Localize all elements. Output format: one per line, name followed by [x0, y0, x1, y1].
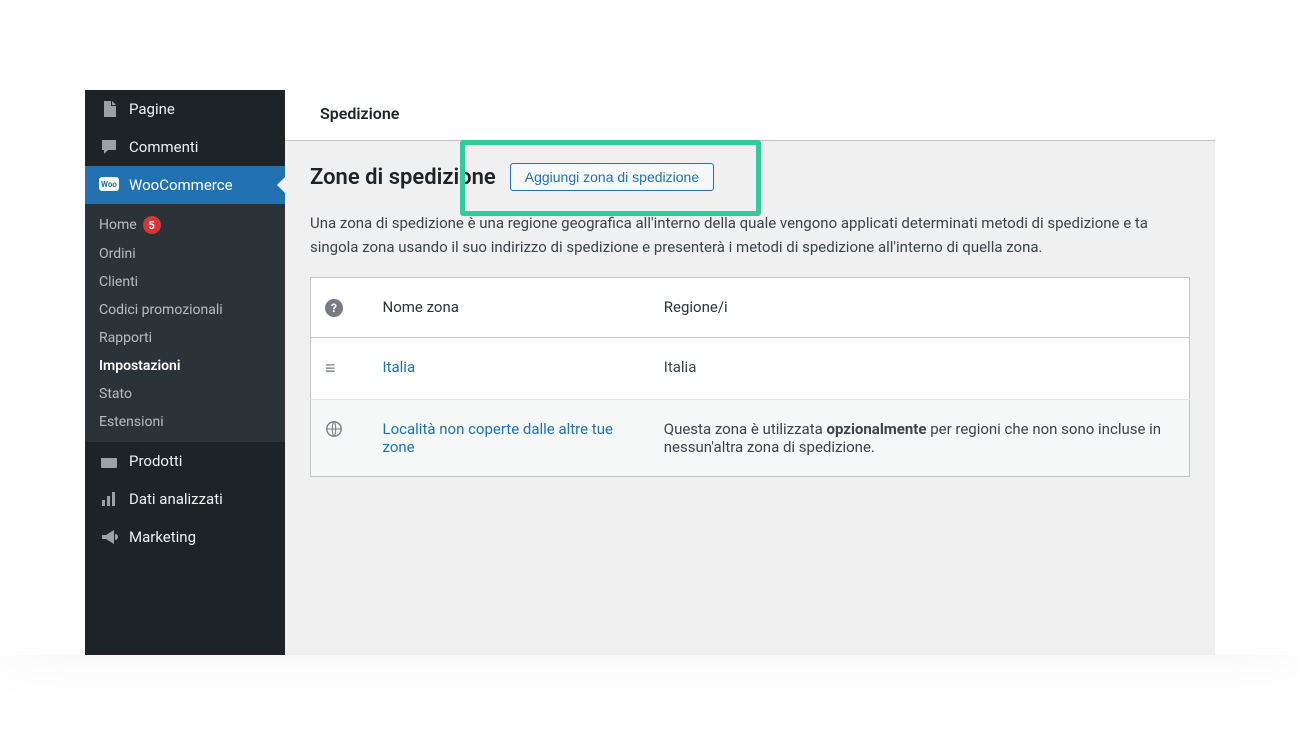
- woo-icon: Woo: [99, 175, 119, 195]
- submenu-label: Rapporti: [99, 330, 152, 346]
- submenu-extensions[interactable]: Estensioni: [85, 408, 285, 436]
- fallback-zone-description: Questa zona è utilizzata opzionalmente p…: [650, 400, 1190, 477]
- sidebar-item-label: Marketing: [129, 528, 196, 546]
- column-header-name: Nome zona: [369, 278, 650, 338]
- fallback-zone-link[interactable]: Località non coperte dalle altre tue zon…: [383, 420, 613, 456]
- submenu-label: Impostazioni: [99, 358, 181, 374]
- submenu-orders[interactable]: Ordini: [85, 240, 285, 268]
- sidebar-item-label: WooCommerce: [129, 176, 233, 194]
- sidebar-item-label: Prodotti: [129, 452, 182, 470]
- sidebar-item-analytics[interactable]: Dati analizzati: [85, 480, 285, 518]
- submenu-label: Clienti: [99, 274, 138, 290]
- submenu-reports[interactable]: Rapporti: [85, 324, 285, 352]
- woocommerce-submenu: Home 5 Ordini Clienti Codici promozional…: [85, 204, 285, 442]
- zone-row: ≡ Italia Italia: [311, 338, 1190, 400]
- sidebar-item-pages[interactable]: Pagine: [85, 90, 285, 128]
- main-content: Spedizione Zone di spedizione Aggiungi z…: [285, 90, 1215, 655]
- shipping-zones-table: ? Nome zona Regione/i ≡ Italia: [310, 277, 1190, 477]
- svg-text:Woo: Woo: [101, 180, 117, 189]
- column-header-region: Regione/i: [650, 278, 1190, 338]
- submenu-settings[interactable]: Impostazioni: [85, 352, 285, 380]
- globe-icon: [325, 422, 343, 443]
- submenu-home[interactable]: Home 5: [85, 210, 285, 240]
- sidebar-item-label: Pagine: [129, 100, 175, 118]
- products-icon: [99, 451, 119, 471]
- comment-icon: [99, 137, 119, 157]
- submenu-status[interactable]: Stato: [85, 380, 285, 408]
- drag-handle-icon[interactable]: ≡: [325, 358, 336, 379]
- sidebar-item-comments[interactable]: Commenti: [85, 128, 285, 166]
- sidebar-item-marketing[interactable]: Marketing: [85, 518, 285, 556]
- section-description: Una zona di spedizione è una regione geo…: [310, 211, 1190, 259]
- zone-region: Italia: [650, 338, 1190, 400]
- settings-tabbar: Spedizione: [285, 90, 1215, 141]
- sidebar-item-products[interactable]: Prodotti: [85, 442, 285, 480]
- submenu-label: Estensioni: [99, 414, 164, 430]
- section-title: Zone di spedizione: [310, 165, 496, 190]
- marketing-icon: [99, 527, 119, 547]
- sidebar-item-woocommerce[interactable]: Woo WooCommerce: [85, 166, 285, 204]
- submenu-coupons[interactable]: Codici promozionali: [85, 296, 285, 324]
- zone-name-link[interactable]: Italia: [383, 358, 416, 376]
- submenu-label: Home: [99, 217, 137, 233]
- tab-shipping[interactable]: Spedizione: [310, 90, 409, 140]
- submenu-customers[interactable]: Clienti: [85, 268, 285, 296]
- admin-sidebar: Pagine Commenti Woo WooCommerce Home 5 O…: [85, 90, 285, 655]
- add-shipping-zone-button[interactable]: Aggiungi zona di spedizione: [510, 163, 714, 191]
- fallback-zone-row: Località non coperte dalle altre tue zon…: [311, 400, 1190, 477]
- sidebar-item-label: Commenti: [129, 138, 198, 156]
- help-icon[interactable]: ?: [325, 299, 343, 317]
- notification-badge: 5: [143, 216, 161, 234]
- submenu-label: Stato: [99, 386, 132, 402]
- submenu-label: Ordini: [99, 246, 136, 262]
- analytics-icon: [99, 489, 119, 509]
- pages-icon: [99, 99, 119, 119]
- submenu-label: Codici promozionali: [99, 302, 223, 318]
- sidebar-item-label: Dati analizzati: [129, 490, 223, 508]
